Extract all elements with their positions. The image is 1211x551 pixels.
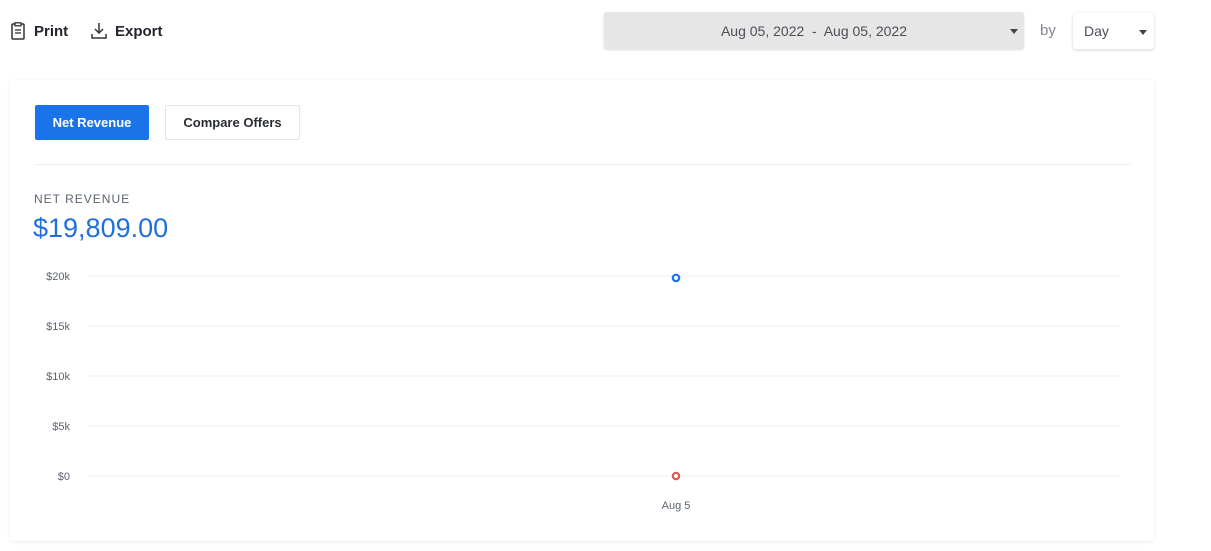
chevron-down-icon [1139, 30, 1147, 35]
x-tick-label: Aug 5 [662, 500, 691, 512]
y-tick-label: $10k [46, 371, 70, 383]
y-tick-label: $0 [58, 471, 70, 483]
date-range-picker[interactable]: Aug 05, 2022 - Aug 05, 2022 [604, 12, 1024, 49]
period-select[interactable]: Day [1073, 13, 1154, 49]
date-range-value: Aug 05, 2022 - Aug 05, 2022 [720, 22, 908, 39]
export-label: Export [115, 22, 163, 40]
revenue-card: Net Revenue Compare Offers NET REVENUE $… [10, 80, 1154, 541]
chevron-down-icon [1010, 29, 1018, 34]
print-icon [10, 22, 26, 40]
by-label: by [1040, 22, 1056, 39]
y-tick-label: $5k [52, 421, 70, 433]
print-button[interactable]: Print [10, 20, 68, 42]
data-point [671, 273, 681, 283]
toolbar: Print Export Aug 05, 2022 - Aug 05, 2022… [0, 0, 1211, 62]
print-label: Print [34, 22, 69, 40]
data-point [671, 471, 681, 481]
period-value: Day [1084, 23, 1109, 39]
download-icon [91, 22, 107, 40]
y-tick-label: $15k [46, 321, 70, 333]
export-button[interactable]: Export [91, 20, 163, 42]
revenue-chart: $0 $5k $10k $15k $20k Aug 5 [46, 271, 1120, 512]
y-tick-label: $20k [46, 271, 70, 283]
